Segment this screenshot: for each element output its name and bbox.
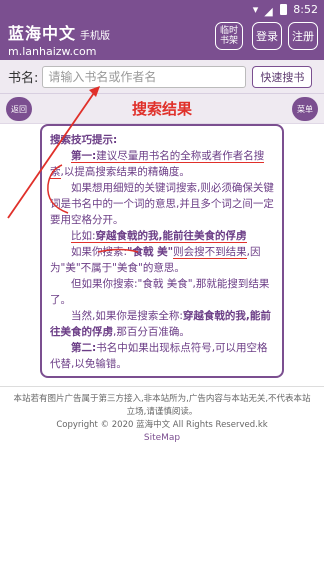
sitemap-link[interactable]: SiteMap (10, 432, 314, 445)
signal-icon: ◢ (264, 5, 273, 18)
register-button[interactable]: 注册 (288, 22, 318, 50)
status-bar: ▾ ◢ 8:52 (0, 0, 324, 18)
search-input[interactable] (42, 65, 247, 88)
search-row: 书名: 快速搜书 (0, 60, 324, 94)
tip-bad-search-query: "食戟 美" (127, 246, 174, 258)
tip-bad-search-a: 如果你搜索: (71, 246, 128, 258)
tip-example: 比如:穿越食戟的我,能前往美食的俘虏 (50, 228, 274, 244)
tip-bad-search: 如果你搜索:"食戟 美"则会搜不到结果,因为"美"不属于"美食"的意思。 (50, 244, 274, 276)
tip-bad-search-result: 则会搜不到结果 (173, 246, 247, 259)
tip-example-label: 比如: (71, 230, 96, 243)
tip-first-text-b: ,以提高搜索结果的精确度。 (60, 166, 190, 178)
back-button[interactable]: 返回 (6, 97, 32, 121)
tip-bad-search-d: "美"不属于"美食"的意思。 (60, 262, 185, 274)
battery-icon (280, 3, 288, 15)
site-header: 蓝海中文 手机版 m.lanhaizw.com 临时 书架 登录 注册 (0, 18, 324, 60)
status-time: 8:52 (293, 2, 318, 16)
footer-divider (0, 386, 324, 387)
menu-button[interactable]: 菜单 (292, 97, 318, 121)
login-button[interactable]: 登录 (252, 22, 282, 50)
brand[interactable]: 蓝海中文 手机版 m.lanhaizw.com (8, 20, 110, 58)
tip-first: 第一:建议尽量用书名的全称或者作者名搜索,以提高搜索结果的精确度。 (50, 148, 274, 180)
brand-domain: m.lanhaizw.com (8, 45, 97, 58)
temp-bookshelf-label-1: 临时 (219, 26, 238, 36)
brand-title: 蓝海中文 (8, 24, 77, 43)
tip-full-name: 当然,如果你是搜索全称:穿越食戟的我,能前往美食的俘虏,那百分百准确。 (50, 308, 274, 340)
tips-heading: 搜索技巧提示: (50, 134, 118, 146)
footer-disclaimer: 本站若有图片广告属于第三方接入,非本站所为,广告内容与本站无关,不代表本站立场,… (13, 394, 311, 417)
search-tips-box: 搜索技巧提示: 第一:建议尽量用书名的全称或者作者名搜索,以提高搜索结果的精确度… (40, 124, 284, 378)
site-footer: 本站若有图片广告属于第三方接入,非本站所为,广告内容与本站无关,不代表本站立场,… (0, 393, 324, 445)
temp-bookshelf-label-2: 书架 (219, 36, 238, 46)
tip-second-label: 第二: (71, 342, 97, 354)
tip-example-text: 穿越食戟的我,能前往美食的俘虏 (95, 230, 247, 243)
results-titlebar: 返回 搜索结果 菜单 (0, 94, 324, 124)
footer-copyright: Copyright © 2020 蓝海中文 All Rights Reserve… (56, 420, 268, 430)
search-label: 书名: (8, 71, 39, 86)
brand-subtitle: 手机版 (80, 31, 111, 42)
wifi-icon: ▾ (252, 2, 259, 16)
tip-second: 第二:书名中如果出现标点符号,可以用空格代替,以免输错。 (50, 340, 274, 372)
temp-bookshelf-button[interactable]: 临时 书架 (215, 22, 243, 50)
quick-search-button[interactable]: 快速搜书 (252, 65, 313, 88)
tip-keywords: 如果想用细短的关键词搜索,则必须确保关键词是书名中的一个词的意思,并且多个词之间… (50, 182, 274, 226)
tip-full-name-c: ,那百分百准确。 (113, 326, 190, 338)
tip-good-search: 但如果你搜索:"食戟 美食",那就能搜到结果了。 (50, 278, 270, 306)
tip-full-name-a: 当然,如果你是搜索全称: (71, 310, 183, 322)
page-title: 搜索结果 (131, 100, 192, 118)
tip-first-label: 第一: (71, 150, 97, 163)
